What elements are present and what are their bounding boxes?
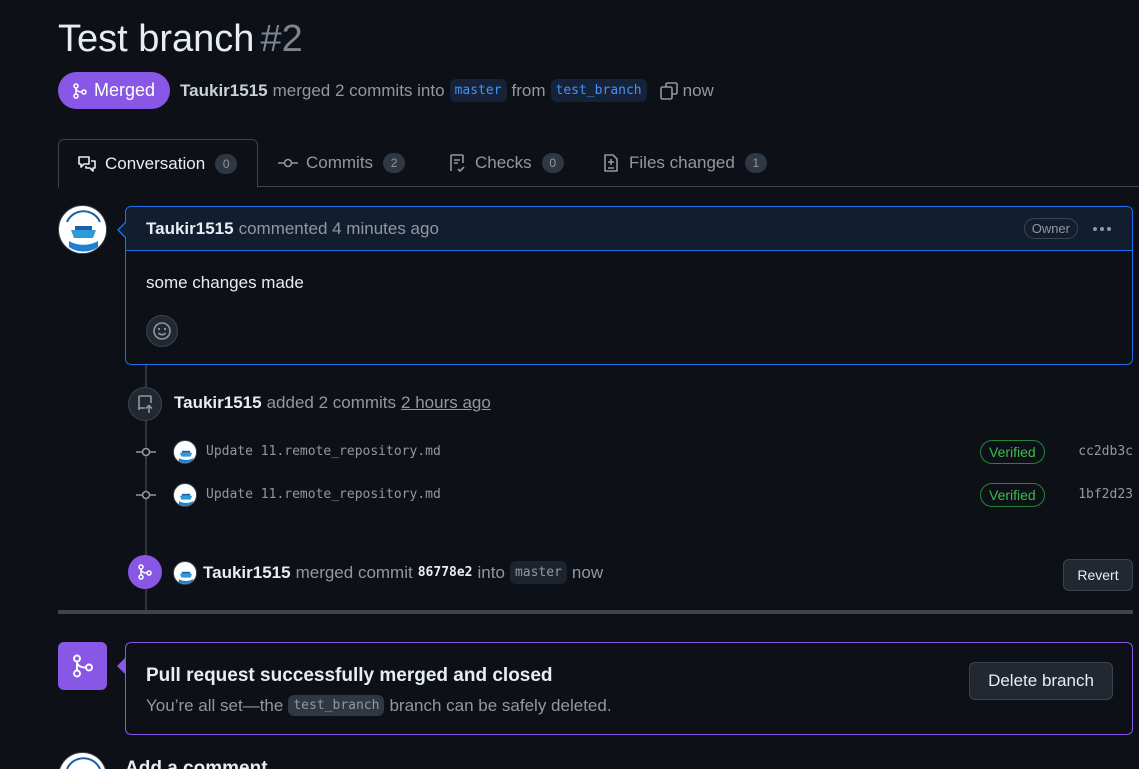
tab-label: Conversation: [105, 153, 206, 173]
merge-box-pointer: [117, 658, 125, 674]
tab-counter: 0: [541, 153, 564, 173]
repo-push-badge: [128, 387, 162, 421]
comment-card: Taukir1515 commented 4 minutes ago Owner…: [125, 206, 1133, 365]
merge-status-box: Pull request successfully merged and clo…: [125, 642, 1133, 735]
merge-status-title: Pull request successfully merged and clo…: [146, 665, 553, 686]
smiley-icon: [153, 322, 171, 340]
merge-sub-prefix: You’re all set—the: [146, 695, 284, 715]
state-badge: Merged: [58, 72, 171, 109]
head-branch-link[interactable]: test_branch: [550, 79, 647, 102]
delete-branch-button[interactable]: Delete branch: [969, 662, 1113, 700]
comment-author-link[interactable]: Taukir1515: [146, 219, 234, 239]
commits-event: Taukir1515 added 2 commits 2 hours ago: [174, 393, 491, 413]
avatar-image: [174, 562, 196, 584]
commit-row: Update 11.remote_repository.md Verified …: [130, 481, 1133, 511]
verified-badge[interactable]: Verified: [980, 440, 1045, 464]
git-merge-icon: [72, 654, 93, 678]
meta-action-text: merged 2 commits into: [272, 80, 445, 100]
event-timestamp[interactable]: 2 hours ago: [401, 393, 491, 413]
commit-sha-link[interactable]: cc2db3c: [1078, 444, 1133, 459]
merged-status-badge: [58, 642, 107, 690]
pr-meta: Merged Taukir1515 merged 2 commits into …: [58, 72, 714, 109]
author-link[interactable]: Taukir1515: [180, 81, 268, 101]
copy-icon[interactable]: [659, 81, 679, 101]
pr-number: #2: [260, 18, 303, 60]
tab-checks[interactable]: Checks 0: [447, 139, 564, 187]
verified-badge[interactable]: Verified: [980, 483, 1045, 507]
commit-author-avatar[interactable]: [173, 440, 197, 464]
commit-sha-link[interactable]: 1bf2d23: [1078, 487, 1133, 502]
comment-body: some changes made: [146, 273, 304, 292]
git-commit-icon: [136, 447, 156, 457]
merge-commit-link[interactable]: 86778e2: [418, 565, 473, 580]
tab-label: Files changed: [629, 153, 735, 172]
tab-counter: 0: [215, 153, 238, 174]
tab-label: Checks: [475, 153, 532, 172]
comment-discussion-icon: [78, 155, 96, 172]
git-merge-icon: [73, 82, 87, 99]
git-commit-icon: [278, 158, 298, 168]
avatar-image: [174, 441, 196, 463]
add-reaction-button[interactable]: [146, 315, 178, 347]
revert-button[interactable]: Revert: [1063, 559, 1133, 591]
comment-timestamp[interactable]: commented 4 minutes ago: [239, 219, 439, 239]
pull-request-page: Test branch #2 Merged Taukir1515 merged 2…: [0, 0, 1139, 769]
meta-from-text: from: [511, 80, 546, 100]
tab-files-changed[interactable]: Files changed 1: [601, 139, 767, 187]
merge-base-branch[interactable]: master: [509, 561, 567, 584]
tab-commits[interactable]: Commits 2: [278, 139, 406, 187]
tab-conversation[interactable]: Conversation 0: [58, 139, 259, 188]
event-author-link[interactable]: Taukir1515: [203, 563, 291, 583]
merge-status-subtitle: You’re all set—the test_branch branch ca…: [146, 695, 612, 716]
page-title: Test branch #2: [58, 18, 303, 61]
kebab-horizontal-icon[interactable]: [1092, 226, 1112, 232]
commit-row: Update 11.remote_repository.md Verified …: [130, 438, 1133, 468]
git-commit-icon: [136, 490, 156, 500]
merge-author-avatar[interactable]: [173, 561, 197, 585]
merge-branch-pill: test_branch: [288, 695, 385, 716]
state-label: Merged: [94, 80, 156, 100]
commit-message-link[interactable]: Update 11.remote_repository.md: [206, 444, 441, 459]
avatar-image: [59, 206, 106, 253]
event-into-text: into: [477, 562, 505, 582]
base-branch-link[interactable]: master: [449, 79, 507, 102]
commit-author-avatar[interactable]: [173, 483, 197, 507]
repo-push-icon: [138, 395, 153, 413]
merge-event: Taukir1515 merged commit 86778e2 into ma…: [203, 561, 603, 584]
checklist-icon: [450, 154, 465, 173]
merged-event-badge: [128, 555, 162, 589]
avatar-image: [174, 484, 196, 506]
git-merge-icon: [138, 564, 152, 580]
event-author-link[interactable]: Taukir1515: [174, 393, 262, 413]
event-action: added 2 commits: [266, 393, 397, 412]
pr-title: Test branch: [58, 18, 255, 60]
merge-sub-suffix: branch can be safely deleted.: [389, 695, 612, 715]
tab-label: Commits: [306, 153, 374, 172]
owner-label: Owner: [1023, 218, 1078, 239]
add-comment-heading: Add a comment: [125, 758, 268, 769]
event-timestamp: now: [571, 562, 604, 582]
event-action: merged commit: [295, 562, 413, 582]
meta-time: now: [682, 80, 714, 100]
comment-pointer-inner: [119, 223, 126, 237]
tab-counter: 2: [383, 153, 406, 173]
commit-message-link[interactable]: Update 11.remote_repository.md: [206, 487, 441, 502]
timeline-divider: [58, 610, 1133, 614]
avatar-image: [61, 753, 106, 769]
avatar[interactable]: [58, 205, 107, 254]
current-user-avatar[interactable]: [58, 752, 107, 769]
tab-counter: 1: [744, 153, 767, 173]
pr-tabs: Conversation 0 Commits 2 Checks 0 Files …: [58, 139, 1139, 188]
file-diff-icon: [604, 154, 618, 172]
comment-header: Taukir1515 commented 4 minutes ago Owner: [126, 207, 1132, 251]
